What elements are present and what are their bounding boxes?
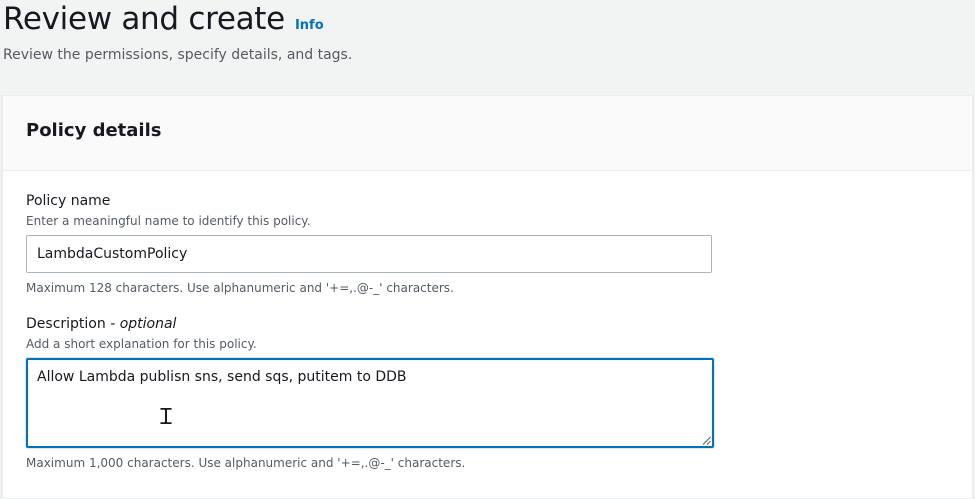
description-label: Description - optional bbox=[26, 316, 949, 333]
policy-name-description: Enter a meaningful name to identify this… bbox=[26, 214, 311, 228]
page-header: Review and create Info Review the permis… bbox=[3, 0, 352, 63]
page-title: Review and create bbox=[3, 1, 285, 37]
panel-title: Policy details bbox=[26, 120, 162, 141]
description-textarea[interactable]: Allow Lambda publisn sns, send sqs, puti… bbox=[26, 358, 714, 448]
panel-header: Policy details bbox=[3, 96, 972, 171]
description-optional-text: - optional bbox=[110, 316, 177, 332]
title-row: Review and create Info bbox=[3, 0, 352, 38]
info-link[interactable]: Info bbox=[295, 18, 324, 33]
policy-name-field: Policy name Enter a meaningful name to i… bbox=[26, 193, 949, 296]
panel-body: Policy name Enter a meaningful name to i… bbox=[3, 171, 972, 471]
policy-name-input[interactable] bbox=[26, 235, 712, 273]
page-subtitle: Review the permissions, specify details,… bbox=[3, 47, 353, 63]
policy-details-panel: Policy details Policy name Enter a meani… bbox=[2, 95, 973, 499]
description-textarea-wrap: Allow Lambda publisn sns, send sqs, puti… bbox=[26, 358, 714, 448]
description-label-text: Description bbox=[26, 316, 106, 332]
description-constraint: Maximum 1,000 characters. Use alphanumer… bbox=[26, 456, 466, 470]
description-hint: Add a short explanation for this policy. bbox=[26, 337, 257, 351]
policy-name-label: Policy name bbox=[26, 193, 111, 209]
policy-name-constraint: Maximum 128 characters. Use alphanumeric… bbox=[26, 281, 454, 295]
description-field: Description - optional Add a short expla… bbox=[26, 316, 949, 471]
resize-handle-icon[interactable] bbox=[702, 436, 711, 445]
